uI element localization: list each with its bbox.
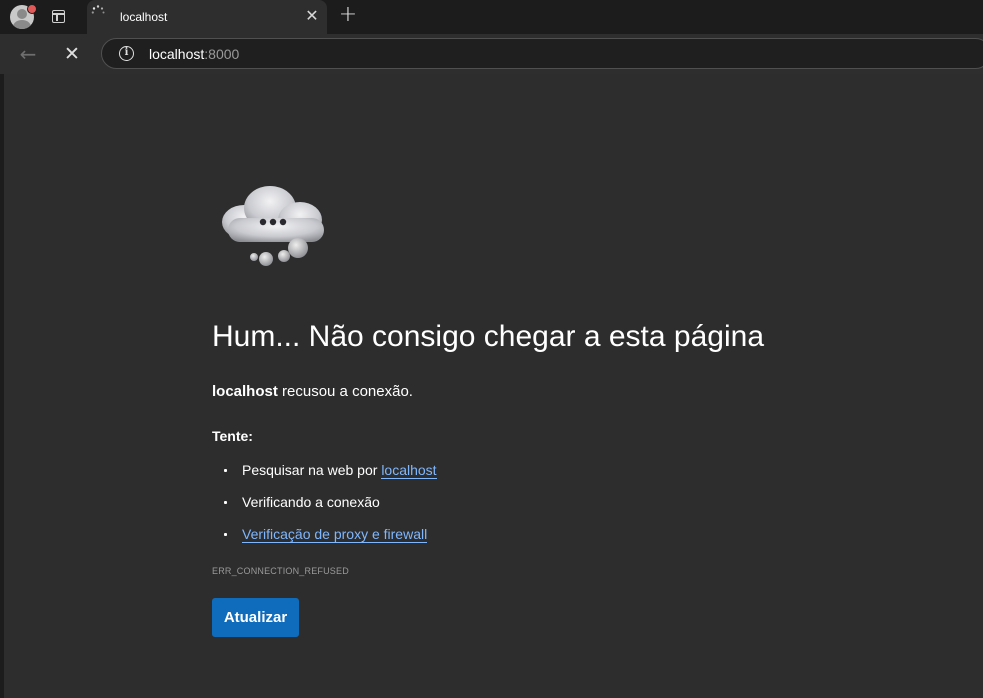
loading-spinner-icon (91, 5, 105, 14)
list-item: Pesquisar na web por localhost (212, 460, 437, 492)
tab-strip: localhost ✕ + (0, 0, 983, 34)
try-label: Tente: (212, 428, 253, 444)
subtitle-message: recusou a conexão. (277, 383, 413, 400)
address-bar[interactable]: i localhost:8000 (101, 38, 983, 69)
info-icon[interactable]: i (119, 46, 134, 61)
list-item: Verificação de proxy e firewall (212, 524, 437, 556)
refresh-button[interactable]: Atualizar (212, 598, 299, 637)
toolbar: ← ✕ i localhost:8000 (0, 34, 983, 74)
error-page: Hum... Não consigo chegar a esta página … (4, 74, 983, 698)
search-localhost-link[interactable]: localhost (381, 462, 437, 479)
url-text[interactable]: localhost:8000 (149, 46, 239, 62)
page-title: Hum... Não consigo chegar a esta página (212, 320, 764, 353)
url-port: :8000 (204, 46, 240, 62)
search-prefix-text: Pesquisar na web por (242, 462, 382, 478)
subtitle-host: localhost (212, 383, 278, 400)
notification-dot (27, 4, 37, 14)
tab-actions-icon[interactable] (52, 10, 65, 23)
error-subtitle: localhost recusou a conexão. (212, 383, 413, 400)
stop-icon[interactable]: ✕ (61, 43, 83, 65)
tab-title: localhost (120, 10, 168, 24)
list-item: Verificando a conexão (212, 492, 437, 524)
url-host: localhost (149, 46, 205, 62)
back-arrow-icon[interactable]: ← (17, 43, 39, 65)
proxy-firewall-link[interactable]: Verificação de proxy e firewall (242, 526, 428, 543)
close-icon[interactable]: ✕ (303, 7, 321, 25)
error-code: ERR_CONNECTION_REFUSED (212, 566, 349, 576)
plus-icon[interactable]: + (338, 4, 358, 26)
thinking-cloud-icon (222, 186, 324, 266)
tab-localhost[interactable]: localhost ✕ (87, 0, 327, 34)
suggestion-list: Pesquisar na web por localhost Verifican… (212, 460, 437, 556)
check-connection-text: Verificando a conexão (242, 494, 380, 510)
